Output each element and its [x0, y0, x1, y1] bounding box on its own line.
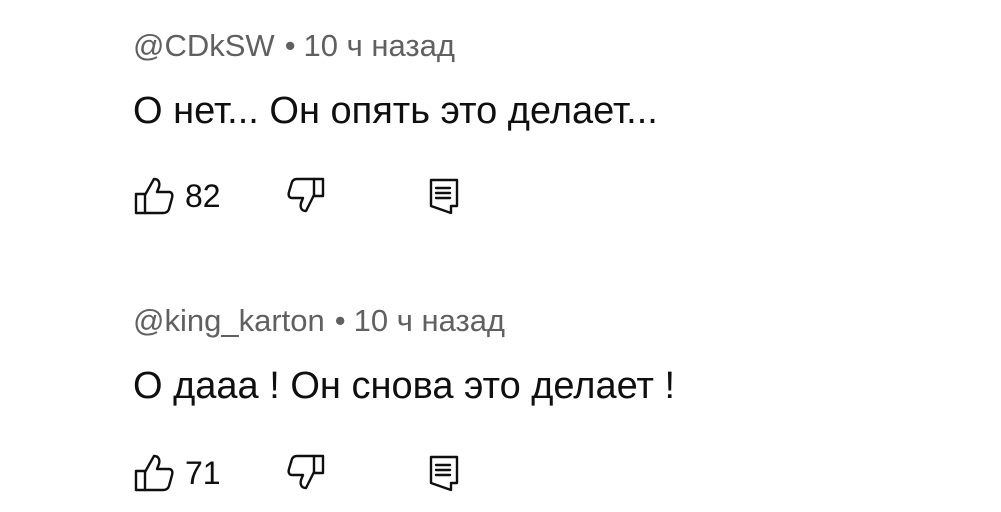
comment-timestamp[interactable]: 10 ч назад — [354, 303, 505, 338]
comment-text: О нет... Он опять это делает... — [133, 90, 658, 132]
reply-comment-icon — [429, 455, 459, 492]
reply-button[interactable] — [428, 176, 460, 216]
comment-actions: 71 — [133, 451, 973, 495]
like-count: 71 — [185, 455, 221, 491]
thumbs-down-icon — [287, 454, 325, 490]
comment-actions: 82 — [133, 174, 973, 218]
comment-timestamp[interactable]: 10 ч назад — [304, 28, 455, 63]
comment-header: @king_karton • 10 ч назад — [133, 301, 973, 341]
like-count: 82 — [185, 178, 221, 214]
meta-separator: • — [284, 28, 296, 63]
dislike-button[interactable] — [286, 453, 326, 493]
comment-item: @CDkSW • 10 ч назад О нет... Он опять это … — [133, 26, 973, 218]
thumbs-up-icon — [134, 177, 174, 215]
dislike-button[interactable] — [286, 176, 326, 216]
like-button[interactable]: 82 — [133, 174, 221, 218]
thumbs-up-icon — [134, 454, 174, 492]
like-button[interactable]: 71 — [133, 451, 221, 495]
comment-author[interactable]: @king_karton — [133, 303, 325, 338]
comment-text: О дааа ! Он снова это делает ! — [133, 365, 676, 407]
meta-separator: • — [334, 303, 346, 338]
comment-author[interactable]: @CDkSW — [133, 28, 275, 63]
comment-header: @CDkSW • 10 ч назад — [133, 26, 973, 66]
comment-item: @king_karton • 10 ч назад О дааа ! Он снов… — [133, 301, 973, 495]
reply-button[interactable] — [428, 453, 460, 493]
reply-comment-icon — [429, 178, 459, 215]
thumbs-down-icon — [287, 177, 325, 213]
